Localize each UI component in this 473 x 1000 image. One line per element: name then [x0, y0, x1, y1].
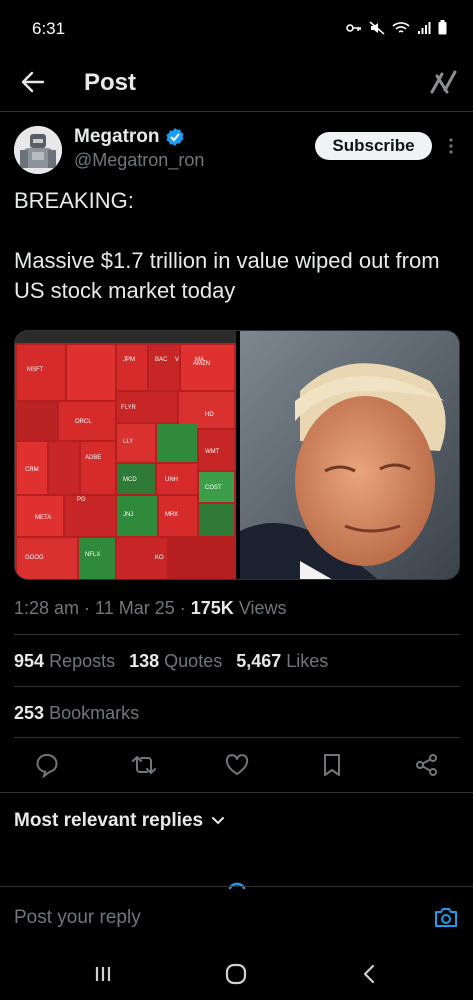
key-icon	[346, 23, 361, 32]
like-icon[interactable]	[224, 752, 250, 778]
author-row: Megatron @Megatron_ron Subscribe	[14, 124, 460, 180]
heatmap-ticker-label: MSFT	[27, 367, 44, 373]
signal-icon	[418, 21, 431, 34]
post-header: Post	[0, 56, 473, 112]
heatmap-ticker-label: JPM	[123, 357, 135, 363]
status-bar: 6:31	[0, 0, 473, 56]
battery-icon	[438, 20, 447, 35]
likes-stat[interactable]: 5,467 Likes	[236, 651, 328, 672]
back-arrow-icon[interactable]	[20, 69, 46, 95]
tweet-text: BREAKING: Massive $1.7 trillion in value…	[14, 188, 440, 303]
views-label: Views	[238, 598, 287, 618]
stock-heatmap-image[interactable]: MSFT ORCL FLYR ADBE CRM LLY UNH JNJ MRK AMZN WMT CO…	[15, 331, 236, 579]
portrait-photo-image[interactable]	[240, 331, 459, 579]
heatmap-ticker-label: MRK	[165, 512, 178, 518]
author-name[interactable]: Megatron	[74, 126, 185, 148]
heatmap-ticker-label: JNJ	[123, 512, 133, 518]
chevron-down-icon	[212, 817, 225, 825]
recent-apps-icon[interactable]	[91, 962, 115, 986]
replies-sort-dropdown[interactable]: Most relevant replies	[14, 810, 225, 832]
tweet-time: 1:28 am	[14, 598, 80, 618]
heatmap-ticker-label: UNH	[165, 477, 178, 483]
camera-icon[interactable]	[433, 905, 459, 929]
heatmap-ticker-label: ADBE	[85, 455, 101, 461]
heatmap-ticker-label: LLY	[123, 439, 133, 445]
heatmap-ticker-label: COST	[205, 485, 222, 491]
heatmap-ticker-label: BAC	[155, 357, 168, 363]
divider	[0, 792, 473, 793]
heatmap-ticker-label: PG	[77, 497, 86, 503]
heatmap-ticker-label: HD	[205, 412, 214, 418]
quotes-stat[interactable]: 138 Quotes	[129, 651, 222, 672]
bookmarks-stat[interactable]: 253 Bookmarks	[14, 703, 139, 724]
more-options-icon[interactable]	[444, 136, 458, 156]
verified-badge-icon	[165, 128, 184, 146]
heatmap-ticker-label: KO	[155, 555, 164, 561]
grok-icon[interactable]	[429, 68, 457, 96]
repost-icon[interactable]	[131, 752, 157, 778]
heatmap-ticker-label: WMT	[205, 449, 220, 455]
replies-heading: Most relevant replies	[14, 810, 204, 831]
divider	[14, 737, 460, 738]
heatmap-ticker-label: GOOG	[25, 555, 44, 561]
avatar[interactable]	[14, 126, 62, 174]
bookmark-icon[interactable]	[319, 752, 345, 778]
page-title: Post	[84, 69, 137, 96]
system-back-icon[interactable]	[358, 962, 382, 986]
wifi-icon	[392, 21, 410, 33]
author-handle[interactable]: @Megatron_ron	[74, 150, 204, 171]
subscribe-button[interactable]: Subscribe	[315, 132, 432, 160]
heatmap-ticker-label: CRM	[25, 467, 39, 473]
engagement-stats: 954 Reposts 138 Quotes 5,467 Likes	[14, 651, 328, 672]
divider	[14, 634, 460, 635]
heatmap-ticker-label: NFLX	[85, 552, 100, 558]
views-count: 175K	[190, 598, 234, 618]
heatmap-ticker-label: ORCL	[75, 419, 92, 425]
heatmap-ticker-label: V	[175, 357, 179, 363]
heatmap-ticker-label: MA	[195, 357, 204, 363]
heatmap-ticker-label: MCD	[123, 477, 137, 483]
divider	[14, 686, 460, 687]
reply-input[interactable]: Post your reply	[14, 907, 141, 929]
heatmap-ticker-label: META	[35, 515, 51, 521]
action-bar	[14, 752, 460, 780]
heatmap-ticker-label: FLYR	[121, 405, 137, 411]
reply-composer[interactable]: Post your reply	[0, 886, 473, 948]
mute-icon	[369, 20, 385, 35]
tweet-meta: 1:28 am · 11 Mar 25 · 175K Views	[14, 598, 287, 618]
status-time: 6:31	[32, 19, 66, 38]
reply-icon[interactable]	[34, 752, 60, 778]
system-nav-bar	[0, 948, 473, 1000]
share-icon[interactable]	[414, 752, 440, 778]
tweet-media[interactable]: MSFT ORCL FLYR ADBE CRM LLY UNH JNJ MRK AMZN WMT CO…	[14, 330, 460, 580]
home-icon[interactable]	[224, 962, 248, 986]
tweet-date: 11 Mar 25	[95, 598, 175, 618]
reposts-stat[interactable]: 954 Reposts	[14, 651, 115, 672]
